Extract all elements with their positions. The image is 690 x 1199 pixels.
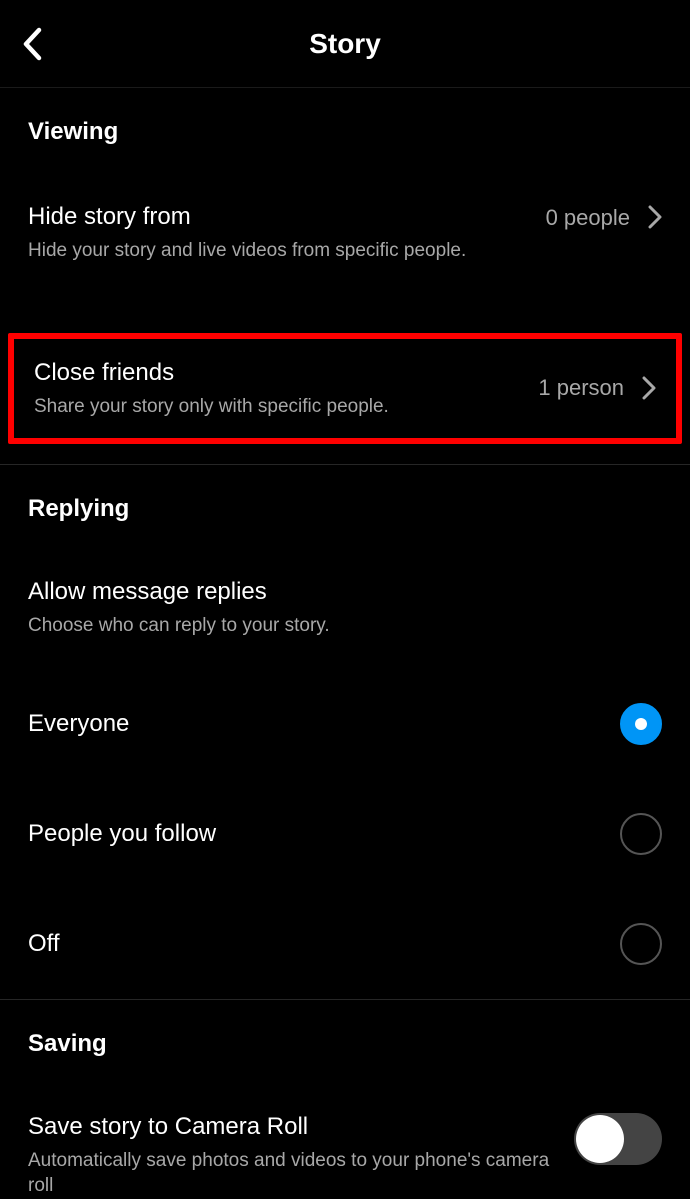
section-header-replying: Replying xyxy=(0,465,690,523)
chevron-left-icon xyxy=(22,27,42,61)
allow-replies-title: Allow message replies xyxy=(28,576,662,607)
close-friends-row[interactable]: Close friends Share your story only with… xyxy=(34,357,656,420)
reply-option-off[interactable]: Off xyxy=(0,889,690,999)
section-header-saving: Saving xyxy=(0,1000,690,1058)
radio-unselected-icon xyxy=(620,923,662,965)
hide-story-value: 0 people xyxy=(546,205,630,231)
save-to-roll-toggle[interactable] xyxy=(574,1113,662,1165)
save-to-camera-roll-row: Save story to Camera Roll Automatically … xyxy=(0,1111,690,1199)
reply-option-label: Off xyxy=(28,930,620,958)
radio-selected-icon xyxy=(620,703,662,745)
header: Story xyxy=(0,0,690,88)
chevron-right-icon xyxy=(642,376,656,400)
close-friends-value: 1 person xyxy=(538,375,624,401)
hide-story-from-row[interactable]: Hide story from Hide your story and live… xyxy=(0,201,690,279)
close-friends-subtitle: Share your story only with specific peop… xyxy=(34,394,522,420)
reply-option-label: People you follow xyxy=(28,820,620,848)
reply-option-people-you-follow[interactable]: People you follow xyxy=(0,779,690,889)
back-button[interactable] xyxy=(10,22,54,66)
hide-story-subtitle: Hide your story and live videos from spe… xyxy=(28,238,530,264)
reply-option-everyone[interactable]: Everyone xyxy=(0,669,690,779)
radio-unselected-icon xyxy=(620,813,662,855)
page-title: Story xyxy=(0,28,690,60)
close-friends-highlight: Close friends Share your story only with… xyxy=(8,333,682,444)
close-friends-title: Close friends xyxy=(34,357,522,388)
toggle-knob-icon xyxy=(576,1115,624,1163)
section-header-viewing: Viewing xyxy=(0,88,690,146)
reply-option-label: Everyone xyxy=(28,710,620,738)
save-to-roll-subtitle: Automatically save photos and videos to … xyxy=(28,1148,554,1199)
save-to-roll-title: Save story to Camera Roll xyxy=(28,1111,554,1142)
hide-story-title: Hide story from xyxy=(28,201,530,232)
chevron-right-icon xyxy=(648,205,662,229)
allow-replies-row: Allow message replies Choose who can rep… xyxy=(0,576,690,639)
allow-replies-subtitle: Choose who can reply to your story. xyxy=(28,613,662,639)
